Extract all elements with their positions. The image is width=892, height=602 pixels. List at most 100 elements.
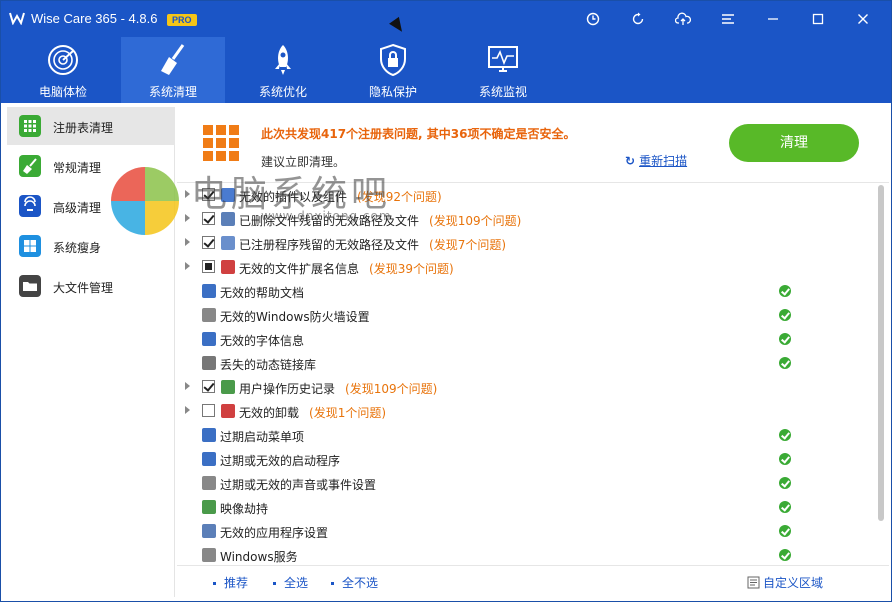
item-checkbox[interactable] xyxy=(202,188,215,201)
list-scrollbar[interactable] xyxy=(877,185,885,521)
registry-item-icon xyxy=(221,236,235,250)
ok-check-icon xyxy=(779,333,791,345)
maximize-icon[interactable] xyxy=(808,9,828,29)
list-item[interactable]: 无效的文件扩展名信息 (发现39个问题) xyxy=(177,255,877,279)
minimize-icon[interactable] xyxy=(763,9,783,29)
close-icon[interactable] xyxy=(853,9,873,29)
list-item[interactable]: 映像劫持 xyxy=(177,495,877,519)
item-label: 无效的卸载 (发现1个问题) xyxy=(239,404,386,421)
tab-privacy-protect[interactable]: 隐私保护 xyxy=(341,37,445,103)
tab-label: 隐私保护 xyxy=(368,85,417,99)
list-item[interactable]: Windows服务 xyxy=(177,543,877,565)
sidebar-item-advanced-clean[interactable]: 高级清理 xyxy=(7,187,175,225)
registry-item-icon xyxy=(202,428,216,442)
sidebar: 注册表清理 常规清理 高级清理 系统瘦身 大文件管理 xyxy=(7,107,175,597)
sidebar-item-label: 注册表清理 xyxy=(53,121,114,135)
recommend-label: 推荐 xyxy=(224,576,249,590)
item-title: 无效的文件扩展名信息 xyxy=(239,262,360,276)
item-title: 映像劫持 xyxy=(220,502,269,516)
advice-text: 建议立即清理。 xyxy=(261,155,346,169)
item-label: 过期或无效的声音或事件设置 xyxy=(220,476,376,493)
list-item[interactable]: 过期或无效的声音或事件设置 xyxy=(177,471,877,495)
rescan-label: 重新扫描 xyxy=(639,154,688,168)
item-title: 已删除文件残留的无效路径及文件 xyxy=(239,214,420,228)
list-item[interactable]: 无效的字体信息 xyxy=(177,327,877,351)
scan-summary-header: 此次共发现417个注册表问题, 其中36项不确定是否安全。 建议立即清理。 ↻ 重… xyxy=(177,107,889,183)
registry-item-icon xyxy=(221,404,235,418)
list-item[interactable]: 已注册程序残留的无效路径及文件 (发现7个问题) xyxy=(177,231,877,255)
list-item[interactable]: 无效的帮助文档 xyxy=(177,279,877,303)
item-title: 过期或无效的启动程序 xyxy=(220,454,341,468)
footer-bar: 推荐 全选 全不选 自定义区域 xyxy=(177,565,889,597)
item-checkbox[interactable] xyxy=(202,404,215,417)
tab-pc-checkup[interactable]: 电脑体检 xyxy=(11,37,115,103)
item-issue-count: (发现39个问题) xyxy=(369,262,454,276)
item-label: 丢失的动态链接库 xyxy=(220,356,316,373)
list-item[interactable]: 丢失的动态链接库 xyxy=(177,351,877,375)
registry-item-icon xyxy=(202,524,216,538)
sidebar-item-label: 系统瘦身 xyxy=(53,241,102,255)
item-checkbox[interactable] xyxy=(202,212,215,225)
item-label: 无效的插件以及组件 (发现92个问题) xyxy=(239,188,442,205)
schedule-icon[interactable] xyxy=(583,9,603,29)
select-all-link[interactable]: 全选 xyxy=(273,574,308,591)
item-title: 无效的帮助文档 xyxy=(220,286,305,300)
list-item[interactable]: 无效的卸载 (发现1个问题) xyxy=(177,399,877,423)
item-title: 无效的应用程序设置 xyxy=(220,526,329,540)
menu-icon[interactable] xyxy=(718,9,738,29)
item-checkbox[interactable] xyxy=(202,236,215,249)
list-item[interactable]: 无效的Windows防火墙设置 xyxy=(177,303,877,327)
item-checkbox[interactable] xyxy=(202,260,215,273)
cloud-upload-icon[interactable] xyxy=(673,9,693,29)
custom-area-link[interactable]: 自定义区域 xyxy=(747,574,823,591)
expand-arrow-icon[interactable] xyxy=(185,214,190,222)
rescan-link[interactable]: ↻ 重新扫描 xyxy=(625,152,687,169)
title-bar: Wise Care 365 - 4.8.6 PRO xyxy=(1,1,891,36)
wise-logo-icon xyxy=(9,12,25,25)
item-title: 无效的Windows防火墙设置 xyxy=(220,310,370,324)
item-label: Windows服务 xyxy=(220,548,298,565)
clean-button[interactable]: 清理 xyxy=(729,124,859,162)
shield-lock-icon xyxy=(380,43,406,77)
expand-arrow-icon[interactable] xyxy=(185,190,190,198)
scrollbar-thumb[interactable] xyxy=(878,185,884,521)
broom-icon xyxy=(19,155,41,177)
sidebar-item-system-slim[interactable]: 系统瘦身 xyxy=(7,227,175,265)
item-title: 无效的插件以及组件 xyxy=(239,190,348,204)
tab-system-clean[interactable]: 系统清理 xyxy=(121,37,225,103)
select-none-label: 全不选 xyxy=(342,576,379,590)
list-item[interactable]: 用户操作历史记录 (发现109个问题) xyxy=(177,375,877,399)
recommend-link[interactable]: 推荐 xyxy=(213,574,248,591)
custom-area-label: 自定义区域 xyxy=(763,576,824,590)
item-label: 无效的Windows防火墙设置 xyxy=(220,308,370,325)
sidebar-item-common-clean[interactable]: 常规清理 xyxy=(7,147,175,185)
item-checkbox[interactable] xyxy=(202,380,215,393)
list-item[interactable]: 无效的插件以及组件 (发现92个问题) xyxy=(177,183,877,207)
list-item[interactable]: 过期或无效的启动程序 xyxy=(177,447,877,471)
restore-history-icon[interactable] xyxy=(628,9,648,29)
broom-icon xyxy=(161,44,185,75)
expand-arrow-icon[interactable] xyxy=(185,262,190,270)
expand-arrow-icon[interactable] xyxy=(185,382,190,390)
tab-system-optimize[interactable]: 系统优化 xyxy=(231,37,335,103)
sidebar-item-registry-clean[interactable]: 注册表清理 xyxy=(7,107,175,145)
registry-item-icon xyxy=(202,332,216,346)
registry-item-icon xyxy=(202,476,216,490)
list-item[interactable]: 无效的应用程序设置 xyxy=(177,519,877,543)
expand-arrow-icon[interactable] xyxy=(185,406,190,414)
rocket-icon xyxy=(275,45,291,75)
registry-item-icon xyxy=(221,260,235,274)
scan-summary-text: 此次共发现417个注册表问题, 其中36项不确定是否安全。 xyxy=(261,127,576,141)
sidebar-item-large-file[interactable]: 大文件管理 xyxy=(7,267,175,305)
item-label: 已删除文件残留的无效路径及文件 (发现109个问题) xyxy=(239,212,521,229)
item-title: 用户操作历史记录 xyxy=(239,382,336,396)
sidebar-item-label: 大文件管理 xyxy=(53,281,114,295)
list-item[interactable]: 过期启动菜单项 xyxy=(177,423,877,447)
list-item[interactable]: 已删除文件残留的无效路径及文件 (发现109个问题) xyxy=(177,207,877,231)
tab-system-monitor[interactable]: 系统监视 xyxy=(451,37,555,103)
item-issue-count: (发现7个问题) xyxy=(429,238,507,252)
item-issue-count: (发现109个问题) xyxy=(429,214,522,228)
item-title: 无效的卸载 xyxy=(239,406,300,420)
select-none-link[interactable]: 全不选 xyxy=(331,574,378,591)
expand-arrow-icon[interactable] xyxy=(185,238,190,246)
